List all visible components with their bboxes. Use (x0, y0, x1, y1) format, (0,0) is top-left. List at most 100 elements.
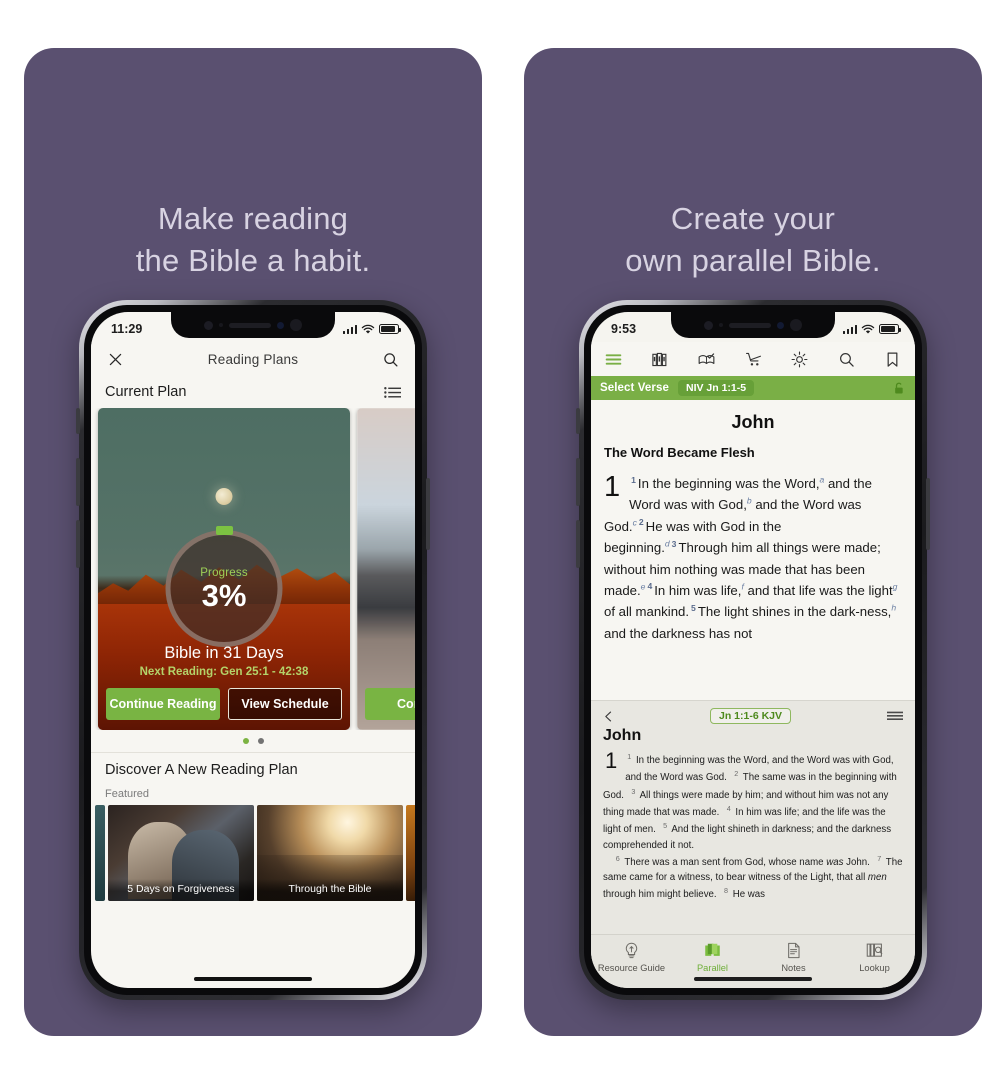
tab-label: Notes (781, 963, 806, 973)
featured-card-forgiveness[interactable]: 5 Days on Forgiveness (108, 805, 254, 901)
beach-road-image (357, 408, 415, 730)
moon-icon (215, 488, 233, 505)
niv-section-title: The Word Became Flesh (604, 445, 755, 460)
pager-dot-1[interactable] (242, 738, 249, 744)
hamburger-lines-icon[interactable] (887, 711, 903, 721)
verse-number: 6 (615, 853, 620, 863)
screen-right: 9:53 Select Verse NIV Jn 1:1-5 John The … (591, 312, 915, 988)
plan-carousel[interactable]: Progress 3% Bible in 31 Days Next Readin… (91, 408, 415, 730)
battery-icon (879, 324, 901, 334)
page-title: Reading Plans (207, 351, 299, 367)
verse-text-cont2: of all mankind. (604, 604, 690, 620)
featured-card-edge-left[interactable] (95, 805, 105, 901)
verse-reference-chip[interactable]: NIV Jn 1:1-5 (677, 380, 755, 396)
volume-up-button[interactable] (576, 458, 580, 506)
gear-icon[interactable] (790, 350, 809, 369)
kjv-chapter-number: 1 (605, 748, 618, 773)
parallel-books-icon (705, 943, 720, 956)
verse-number: 2 (638, 517, 644, 528)
featured-card-through-the-bible[interactable]: Through the Bible (257, 805, 403, 901)
search-icon[interactable] (837, 350, 856, 369)
home-indicator[interactable] (694, 976, 812, 981)
power-button[interactable] (426, 478, 430, 550)
featured-card-edge-right[interactable] (406, 805, 415, 901)
plan-actions: Continue Reading View Schedule (106, 688, 342, 720)
close-icon[interactable] (107, 351, 124, 368)
progress-value: 3% (201, 577, 247, 613)
cellular-bars-icon (842, 324, 857, 334)
iphone-bezel-right: 9:53 Select Verse NIV Jn 1:1-5 John The … (584, 305, 922, 995)
verse-text-cont: and that life was the light (743, 582, 893, 598)
headline-right-line1: Create your (670, 201, 836, 236)
plan-meta: Bible in 31 Days Next Reading: Gen 25:1 … (98, 644, 350, 678)
current-plan-title: Current Plan (105, 384, 187, 400)
partial-image (95, 805, 105, 901)
verse-number: 8 (724, 886, 729, 896)
tab-label: Parallel (696, 963, 728, 973)
verse-number: 1 (627, 752, 632, 761)
volume-down-button[interactable] (576, 520, 580, 568)
featured-card-caption: Through the Bible (257, 879, 403, 901)
verse-number: 1 (631, 474, 636, 485)
footnote-marker[interactable]: d (665, 539, 670, 549)
headline-left-line2: the Bible a habit. (135, 242, 371, 278)
volume-down-button[interactable] (76, 520, 80, 568)
kjv-book-title: John (603, 727, 642, 744)
app-store-screenshot-pair: Make reading the Bible a habit. 11:29 Re… (0, 0, 1006, 1084)
verse-number: 5 (691, 602, 696, 613)
cellular-bars-icon (342, 324, 357, 334)
view-schedule-button[interactable]: View Schedule (228, 688, 342, 720)
tab-lookup[interactable]: Lookup (837, 941, 913, 973)
tab-resource-guide[interactable]: Resource Guide (594, 941, 670, 973)
current-plan-card[interactable]: Progress 3% Bible in 31 Days Next Readin… (98, 408, 350, 730)
continue-reading-button-peek[interactable]: Conti (365, 688, 415, 720)
study-icon[interactable] (697, 350, 716, 369)
list-view-icon[interactable] (384, 386, 401, 399)
iphone-frame-left: 11:29 Reading Plans Current Plan Progres… (76, 300, 430, 1000)
power-button[interactable] (926, 478, 930, 550)
kjv-reference-chip[interactable]: Jn 1:1-6 KJV (709, 708, 792, 724)
unlocked-padlock-icon[interactable] (891, 381, 906, 396)
carousel-pager[interactable] (91, 730, 415, 752)
verse-number: 7 (877, 853, 882, 863)
status-indicators-left (342, 324, 401, 335)
menu-icon[interactable] (604, 350, 623, 369)
battery-icon (379, 324, 401, 334)
select-verse-bar[interactable]: Select Verse NIV Jn 1:1-5 (591, 376, 915, 400)
home-indicator[interactable] (194, 976, 312, 981)
library-icon[interactable] (651, 350, 670, 369)
lightbulb-icon (625, 942, 638, 959)
continue-reading-button[interactable]: Continue Reading (106, 688, 220, 720)
status-bar-right: 9:53 (591, 312, 915, 342)
pager-dot-2[interactable] (257, 738, 264, 744)
next-plan-card-peek[interactable]: Conti (357, 408, 415, 730)
silent-switch[interactable] (576, 408, 580, 434)
kjv-parallel-pane[interactable]: Jn 1:1-6 KJV John 11 In the beginning wa… (591, 700, 915, 934)
verse-text-6: There was a man sent from God, whose nam… (624, 857, 870, 869)
wifi-icon (861, 324, 875, 334)
verse-number: 4 (726, 804, 731, 814)
current-plan-section-header: Current Plan (91, 376, 415, 408)
headline-right-line2: own parallel Bible. (625, 242, 881, 278)
niv-reading-pane[interactable]: John The Word Became Flesh 1 1 In the begi… (591, 400, 915, 700)
screen-left: 11:29 Reading Plans Current Plan Progres… (91, 312, 415, 988)
lookup-books-icon (866, 943, 883, 957)
footnote-marker[interactable]: h (891, 603, 896, 613)
chevron-left-icon[interactable] (603, 711, 614, 722)
headline-left: Make reading the Bible a habit. (24, 198, 482, 282)
promo-panel-right: Create your own parallel Bible. 9:53 Sel… (524, 48, 982, 1036)
featured-row[interactable]: 5 Days on Forgiveness Through the Bible (91, 805, 415, 901)
silent-switch[interactable] (76, 408, 80, 434)
tab-label: Resource Guide (597, 963, 666, 973)
bookmark-icon[interactable] (883, 350, 902, 369)
footnote-marker[interactable]: g (893, 581, 898, 591)
cart-icon[interactable] (744, 350, 763, 369)
volume-up-button[interactable] (76, 458, 80, 506)
tab-notes[interactable]: Notes (756, 941, 832, 973)
verse-text: In the beginning was the Word, (637, 476, 820, 491)
progress-label: Progress (200, 566, 248, 579)
verse-number: 2 (734, 769, 739, 779)
tab-parallel[interactable]: Parallel (675, 941, 751, 973)
verse-number: 3 (631, 786, 636, 796)
search-icon[interactable] (382, 351, 399, 368)
